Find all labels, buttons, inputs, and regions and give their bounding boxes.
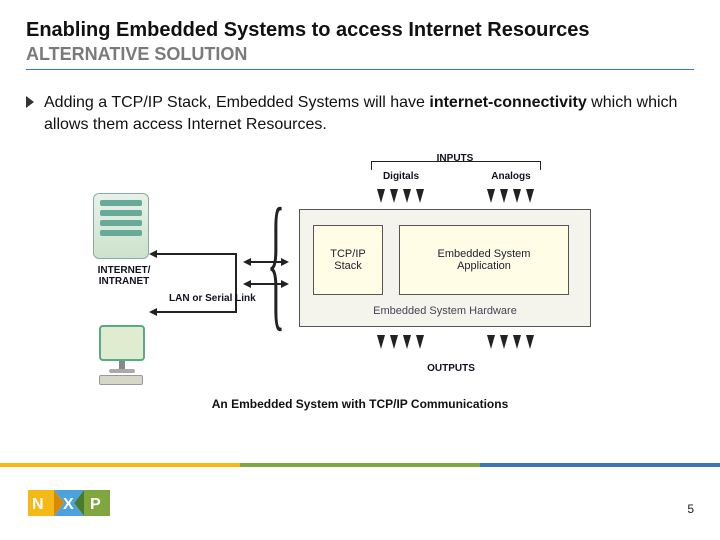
arrows-down-icon xyxy=(377,335,424,349)
connector-line xyxy=(235,253,237,313)
arrows-down-icon xyxy=(377,189,424,203)
page-number: 5 xyxy=(687,502,694,516)
bullet-text-pre: Adding a TCP/IP Stack, Embedded Systems … xyxy=(44,94,429,111)
svg-text:X: X xyxy=(63,496,74,513)
svg-text:P: P xyxy=(90,496,101,513)
curly-brace-icon: { xyxy=(267,205,285,318)
server-label: INTERNET/ INTRANET xyxy=(85,265,163,287)
slide-subtitle: ALTERNATIVE SOLUTION xyxy=(26,44,694,70)
hardware-label: Embedded System Hardware xyxy=(311,305,579,317)
pc-icon xyxy=(89,325,153,383)
digitals-label: Digitals xyxy=(371,171,431,182)
tcpip-box: TCP/IP Stack xyxy=(313,225,383,295)
analogs-label: Analogs xyxy=(481,171,541,182)
brace-icon xyxy=(371,161,541,171)
svg-text:N: N xyxy=(32,496,44,513)
server-icon xyxy=(93,193,149,259)
bullet-text: Adding a TCP/IP Stack, Embedded Systems … xyxy=(44,92,694,135)
arrow-icon xyxy=(155,311,235,313)
bullet-arrow-icon xyxy=(26,96,34,108)
nxp-logo: N X P xyxy=(28,484,114,522)
arrows-down-icon xyxy=(487,335,534,349)
bullet-item: Adding a TCP/IP Stack, Embedded Systems … xyxy=(26,92,694,135)
slide-title: Enabling Embedded Systems to access Inte… xyxy=(26,18,694,42)
link-label: LAN or Serial Link xyxy=(169,293,256,304)
arrow-icon xyxy=(155,253,235,255)
architecture-diagram: INTERNET/ INTRANET LAN or Serial Link { … xyxy=(85,153,635,423)
app-box: Embedded System Application xyxy=(399,225,569,295)
diagram-caption: An Embedded System with TCP/IP Communica… xyxy=(85,397,635,411)
footer-divider xyxy=(0,462,720,468)
arrows-down-icon xyxy=(487,189,534,203)
bullet-text-bold: internet-connectivity xyxy=(429,94,586,111)
outputs-label: OUTPUTS xyxy=(411,363,491,374)
